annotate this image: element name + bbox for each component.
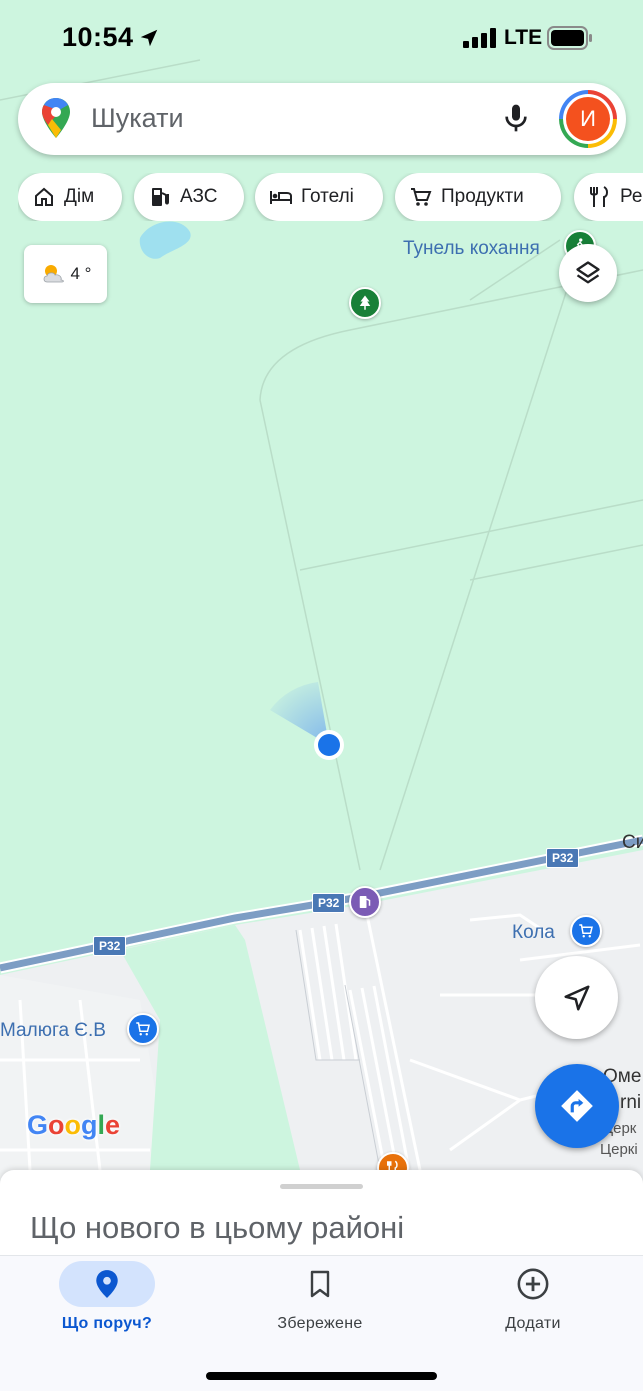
bottom-navigation: Що поруч? Збережене Додати bbox=[0, 1255, 643, 1391]
hotel-bed-icon bbox=[270, 191, 292, 204]
nav-tab-contribute[interactable]: Додати bbox=[458, 1256, 608, 1346]
directions-icon bbox=[561, 1090, 593, 1122]
google-logo: Google bbox=[27, 1110, 121, 1140]
microphone-icon[interactable] bbox=[500, 101, 532, 135]
sheet-drag-handle[interactable] bbox=[280, 1184, 363, 1189]
chip-label: Дім bbox=[64, 186, 95, 207]
cart-icon bbox=[136, 1022, 150, 1036]
search-bar[interactable]: Шукати И bbox=[18, 83, 626, 155]
map-label-tunnel[interactable]: Тунель кохання bbox=[403, 238, 540, 260]
chip-hotels[interactable]: Готелі bbox=[255, 173, 383, 221]
chip-home[interactable]: Дім bbox=[18, 173, 122, 221]
nav-label: Що поруч? bbox=[61, 1315, 153, 1332]
weather-temperature: 4 ° bbox=[70, 264, 92, 283]
network-type: LTE bbox=[504, 26, 543, 49]
avatar-letter: И bbox=[566, 97, 610, 141]
location-pin-icon bbox=[96, 1270, 118, 1298]
account-avatar[interactable]: И bbox=[559, 90, 617, 148]
shop-poi-maluha[interactable] bbox=[127, 1013, 159, 1045]
road-shield-r32: Р32 bbox=[93, 936, 127, 956]
layers-button[interactable] bbox=[559, 244, 617, 302]
road-shield-r32: Р32 bbox=[312, 893, 346, 913]
nav-label: Додати bbox=[505, 1315, 561, 1332]
nav-tab-saved[interactable]: Збережене bbox=[245, 1256, 395, 1346]
chip-label: АЗС bbox=[180, 186, 218, 207]
shop-poi-kola[interactable] bbox=[570, 915, 602, 947]
chip-gas[interactable]: АЗС bbox=[134, 173, 244, 221]
weather-widget[interactable]: 4 ° bbox=[24, 245, 107, 303]
sheet-title: Що нового в цьому районі bbox=[30, 1210, 405, 1245]
bookmark-icon bbox=[310, 1270, 330, 1298]
tree-icon bbox=[359, 295, 371, 310]
partly-cloudy-icon bbox=[43, 265, 64, 283]
search-placeholder[interactable]: Шукати bbox=[91, 103, 184, 134]
chip-label: Продукти bbox=[441, 186, 524, 207]
chip-groceries[interactable]: Продукти bbox=[395, 173, 561, 221]
map-label-maluha[interactable]: Малюга Є.В bbox=[0, 1020, 106, 1042]
cellular-signal-icon bbox=[463, 28, 496, 48]
home-indicator[interactable] bbox=[206, 1372, 437, 1380]
status-bar: 10:54 LTE bbox=[0, 0, 643, 78]
tree-poi-marker[interactable] bbox=[349, 287, 381, 319]
category-chips: Дім АЗС Готелі Продукти Ре bbox=[18, 173, 643, 221]
map-label-sy: Си bbox=[622, 832, 643, 853]
gas-station-poi-marker[interactable] bbox=[349, 886, 381, 918]
map-label-rni: rni bbox=[620, 1092, 642, 1113]
cart-icon bbox=[579, 924, 593, 938]
nav-tab-explore[interactable]: Що поруч? bbox=[32, 1256, 182, 1346]
location-arrow-icon bbox=[140, 29, 158, 47]
restaurant-icon bbox=[590, 186, 608, 207]
status-time: 10:54 bbox=[62, 22, 134, 52]
home-icon bbox=[35, 187, 53, 206]
gas-station-icon bbox=[152, 188, 169, 206]
chip-label: Ре bbox=[620, 186, 643, 207]
chip-label: Готелі bbox=[301, 186, 354, 207]
navigation-arrow-icon bbox=[564, 985, 589, 1010]
map-label-kola[interactable]: Кола bbox=[512, 922, 555, 944]
road-shield-r32: Р32 bbox=[546, 848, 580, 868]
battery-icon bbox=[547, 26, 592, 50]
fuel-icon bbox=[359, 896, 371, 908]
my-location-button[interactable] bbox=[535, 956, 618, 1039]
nav-label: Збережене bbox=[277, 1315, 363, 1332]
google-maps-logo-icon bbox=[42, 98, 70, 138]
chip-restaurants[interactable]: Ре bbox=[574, 173, 643, 221]
map-label-tserk2: Церкі bbox=[600, 1141, 638, 1158]
layers-icon bbox=[576, 261, 600, 284]
directions-button[interactable] bbox=[535, 1064, 619, 1148]
add-circle-icon bbox=[517, 1268, 549, 1300]
shopping-cart-icon bbox=[411, 188, 432, 206]
